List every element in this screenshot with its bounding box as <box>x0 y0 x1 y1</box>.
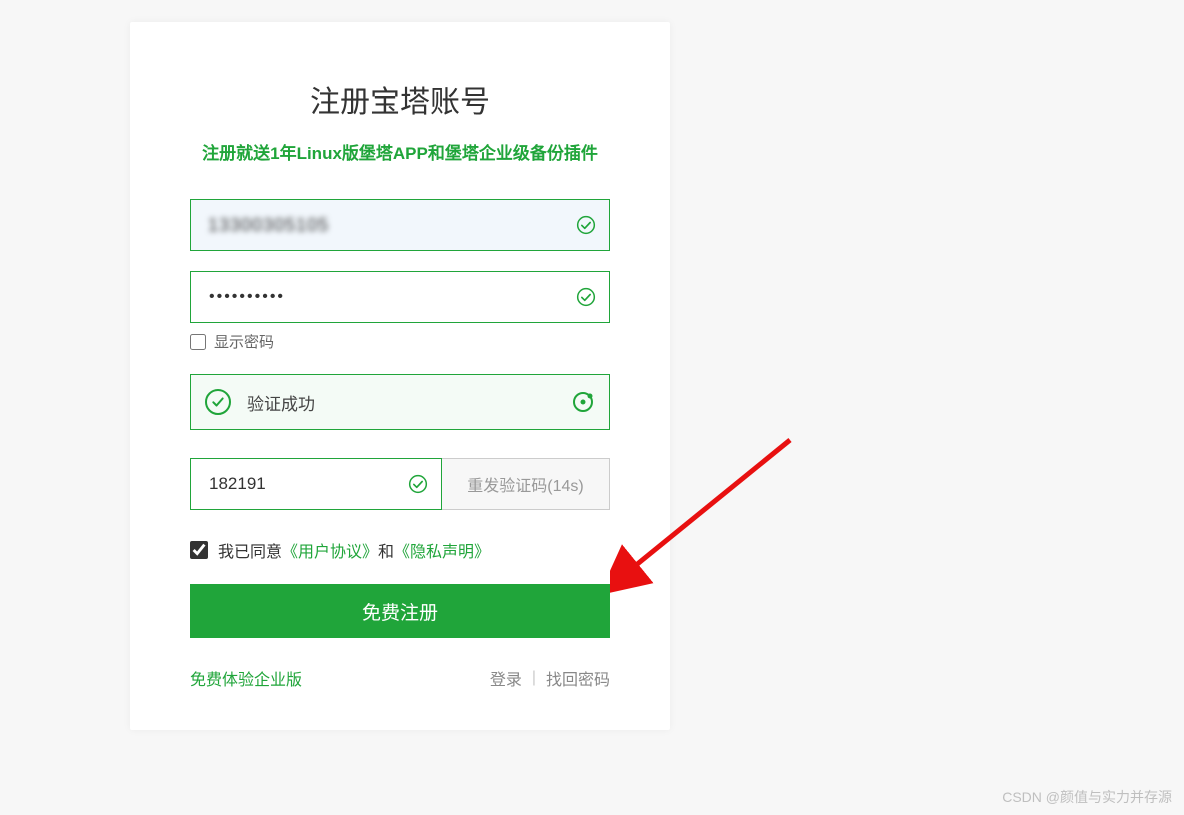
phone-value-blurred: 13300305105 <box>208 199 329 251</box>
refresh-icon[interactable] <box>571 390 595 414</box>
agreement-checkbox[interactable] <box>190 541 208 559</box>
password-input-group <box>190 271 610 323</box>
check-circle-icon <box>408 474 428 494</box>
register-card: 注册宝塔账号 注册就送1年Linux版堡塔APP和堡塔企业级备份插件 13300… <box>130 22 670 730</box>
check-circle-icon <box>576 215 596 235</box>
resend-code-button[interactable]: 重发验证码(14s) <box>442 458 610 510</box>
trial-link[interactable]: 免费体验企业版 <box>190 666 302 690</box>
user-agreement-link[interactable]: 《用户协议》 <box>282 538 378 562</box>
privacy-policy-link[interactable]: 《隐私声明》 <box>394 538 490 562</box>
code-input-wrap <box>190 458 442 510</box>
verification-code-row: 重发验证码(14s) <box>190 458 610 510</box>
captcha-success-text: 验证成功 <box>247 390 571 415</box>
page-subtitle: 注册就送1年Linux版堡塔APP和堡塔企业级备份插件 <box>190 139 610 164</box>
separator: | <box>532 669 536 687</box>
agreement-row: 我已同意 《用户协议》 和 《隐私声明》 <box>190 538 610 562</box>
register-button[interactable]: 免费注册 <box>190 584 610 638</box>
check-circle-icon <box>205 389 231 415</box>
check-circle-icon <box>576 287 596 307</box>
verification-code-input[interactable] <box>190 458 442 510</box>
find-password-link[interactable]: 找回密码 <box>546 666 610 690</box>
agreement-prefix: 我已同意 <box>218 538 282 562</box>
watermark-text: CSDN @颜值与实力并存源 <box>1002 787 1172 807</box>
password-input[interactable] <box>190 271 610 323</box>
footer-row: 免费体验企业版 登录 | 找回密码 <box>190 666 610 690</box>
show-password-label: 显示密码 <box>214 331 274 352</box>
show-password-row: 显示密码 <box>190 331 610 352</box>
agreement-mid: 和 <box>378 538 394 562</box>
login-link[interactable]: 登录 <box>490 666 522 690</box>
phone-input-group: 13300305105 <box>190 199 610 251</box>
captcha-success-box: 验证成功 <box>190 374 610 430</box>
show-password-checkbox[interactable] <box>190 334 206 350</box>
page-title: 注册宝塔账号 <box>190 77 610 121</box>
